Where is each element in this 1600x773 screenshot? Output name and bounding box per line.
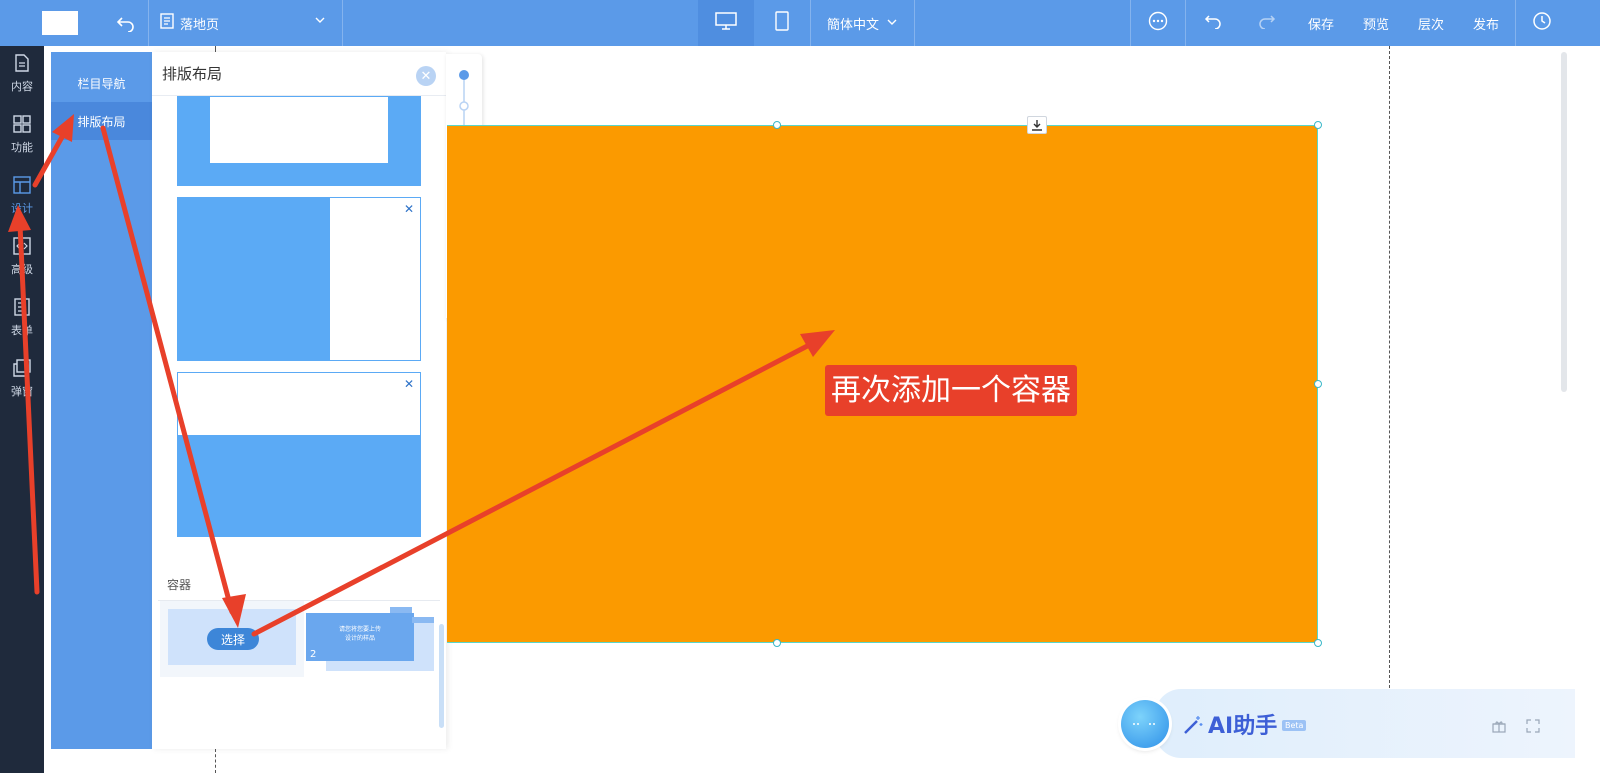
card-text-line: 设计的样品: [344, 635, 375, 642]
rail-label: 表单: [11, 324, 33, 337]
download-icon[interactable]: [1027, 116, 1047, 134]
desktop-view-button[interactable]: [698, 0, 754, 46]
document-icon: [13, 54, 31, 75]
rail-item-popup[interactable]: 弹窗: [0, 351, 44, 407]
ai-orb-icon[interactable]: [1121, 700, 1169, 748]
undo-button[interactable]: [1186, 0, 1240, 46]
rail-label: 弹窗: [11, 385, 33, 398]
more-button[interactable]: [1131, 0, 1185, 46]
undo-back-icon[interactable]: [106, 0, 146, 46]
rail-label: 设计: [11, 202, 33, 215]
mobile-icon: [775, 11, 789, 35]
section-title-container: 容器: [167, 578, 192, 592]
nav-item-layout[interactable]: 排版布局: [51, 102, 152, 140]
left-rail: 内容 功能 设计 高级 表单 弹窗: [0, 46, 44, 773]
top-toolbar: 落地页 簡体中文 保存 预览 层次 发布: [0, 0, 1600, 46]
desktop-icon: [715, 12, 737, 34]
code-icon: [13, 237, 31, 258]
panel-title: 排版布局: [152, 52, 446, 96]
layout-panel: 排版布局 ✕ ✕ ✕ 容器 选择 请您将您要上传 设计的样品 2: [152, 52, 446, 749]
magic-wand-icon: [1182, 714, 1204, 740]
ai-title: AI助手: [1208, 714, 1278, 739]
layers-button[interactable]: 层次: [1404, 0, 1458, 46]
grid-icon: [13, 115, 31, 136]
layout-icon: [13, 176, 31, 197]
language-label: 簡体中文: [826, 17, 879, 33]
resize-handle[interactable]: [1314, 639, 1322, 647]
history-clock-icon: [1532, 11, 1552, 35]
expand-icon[interactable]: [1526, 718, 1540, 737]
remove-icon[interactable]: ✕: [404, 202, 414, 216]
panel-nav: 栏目导航 排版布局: [51, 52, 152, 749]
rail-label: 高级: [11, 263, 33, 276]
chevron-down-icon: [315, 14, 325, 29]
resize-handle[interactable]: [773, 639, 781, 647]
nav-item-column-navigation[interactable]: 栏目导航: [51, 64, 152, 102]
page-selector[interactable]: 落地页: [160, 0, 335, 46]
gift-icon[interactable]: [1492, 718, 1506, 737]
remove-icon[interactable]: ✕: [404, 377, 414, 391]
annotation-callout: 再次添加一个容器: [825, 365, 1077, 416]
undo-icon: [1204, 13, 1222, 33]
rail-item-design[interactable]: 设计: [0, 168, 44, 224]
rail-label: 功能: [11, 141, 33, 154]
redo-button[interactable]: [1240, 0, 1294, 46]
logo: [42, 11, 78, 35]
rail-label: 内容: [11, 80, 33, 93]
language-selector[interactable]: 簡体中文: [812, 0, 912, 46]
save-button[interactable]: 保存: [1294, 0, 1348, 46]
beta-badge: Beta: [1282, 720, 1307, 731]
history-button[interactable]: [1516, 0, 1568, 46]
resize-handle[interactable]: [773, 121, 781, 129]
panel-scrollbar[interactable]: [439, 624, 444, 728]
page-icon: [160, 13, 174, 33]
guide-line: [215, 749, 216, 773]
guide-line: [1389, 46, 1390, 688]
guide-line: [215, 46, 216, 52]
container-template-1[interactable]: 选择: [160, 601, 304, 677]
canvas-scrollbar[interactable]: [1561, 52, 1567, 392]
rail-item-function[interactable]: 功能: [0, 107, 44, 163]
resize-handle[interactable]: [1314, 380, 1322, 388]
card-number: 2: [310, 649, 317, 660]
layout-template-1[interactable]: [177, 96, 421, 186]
chevron-down-icon: [887, 16, 897, 31]
select-button[interactable]: 选择: [207, 628, 259, 650]
card-text-line: 请您将您要上传: [338, 626, 381, 633]
redo-icon: [1258, 13, 1276, 33]
layout-template-3[interactable]: ✕: [177, 372, 421, 537]
more-dots-icon: [1148, 11, 1168, 35]
layout-template-2[interactable]: ✕: [177, 197, 421, 361]
rail-item-content[interactable]: 内容: [0, 46, 44, 102]
container-template-2[interactable]: 请您将您要上传 设计的样品 2: [306, 601, 434, 671]
publish-button[interactable]: 发布: [1458, 0, 1514, 46]
rail-item-form[interactable]: 表单: [0, 290, 44, 346]
popup-icon: [13, 359, 31, 380]
container-templates: 选择 请您将您要上传 设计的样品 2: [158, 600, 440, 680]
close-icon[interactable]: ✕: [416, 66, 436, 86]
preview-button[interactable]: 预览: [1348, 0, 1404, 46]
page-name: 落地页: [180, 17, 220, 33]
form-icon: [13, 298, 31, 319]
rail-item-advanced[interactable]: 高级: [0, 229, 44, 285]
resize-handle[interactable]: [1314, 121, 1322, 129]
mobile-view-button[interactable]: [754, 0, 810, 46]
